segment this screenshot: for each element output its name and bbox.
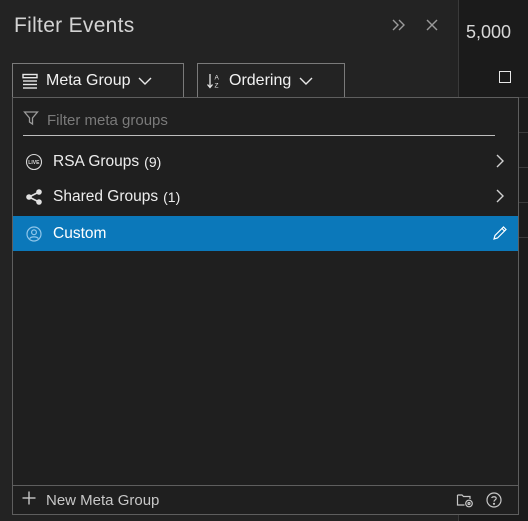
chevron-right-icon <box>492 153 508 174</box>
filter-events-panel: Filter Events Meta Group A Z Ordering Fi… <box>0 0 519 521</box>
svg-text:A: A <box>215 74 220 81</box>
item-count: (1) <box>163 188 181 205</box>
filter-icon <box>23 110 47 131</box>
ordering-button[interactable]: A Z Ordering <box>197 63 345 98</box>
select-all-checkbox[interactable] <box>499 71 511 83</box>
list-item-custom[interactable]: Custom <box>13 216 518 251</box>
filter-meta-groups-input[interactable] <box>47 112 477 129</box>
item-name: Custom <box>53 224 107 242</box>
double-chevron-right-icon[interactable] <box>388 14 410 36</box>
meta-group-label: Meta Group <box>46 71 131 89</box>
user-icon <box>25 225 43 243</box>
event-count: 5,000 <box>466 22 512 42</box>
close-icon[interactable] <box>421 14 443 36</box>
ordering-label: Ordering <box>229 71 292 89</box>
folder-settings-icon[interactable] <box>456 491 474 514</box>
list-item-shared-groups[interactable]: Shared Groups (1) <box>13 179 518 214</box>
sort-az-icon: A Z <box>206 72 222 90</box>
chevron-down-icon <box>298 73 314 89</box>
new-meta-group-label: New Meta Group <box>46 491 160 509</box>
list-item-rsa-groups[interactable]: LIVE RSA Groups (9) <box>13 144 518 179</box>
meta-group-button[interactable]: Meta Group <box>12 63 184 98</box>
meta-group-dropdown: LIVE RSA Groups (9) <box>12 97 519 515</box>
item-name: RSA Groups <box>53 152 140 170</box>
svg-text:Z: Z <box>215 82 219 89</box>
svg-text:LIVE: LIVE <box>28 160 40 166</box>
list-icon <box>21 72 39 90</box>
new-meta-group-button[interactable]: New Meta Group <box>21 490 159 511</box>
pencil-icon[interactable] <box>492 225 508 246</box>
filter-events-window: 5,000 Filter Events Meta Group A Z Order… <box>0 0 528 521</box>
item-name: Shared Groups <box>53 187 159 205</box>
panel-title: Filter Events <box>14 14 135 37</box>
dropdown-footer: New Meta Group <box>13 485 518 514</box>
live-icon: LIVE <box>25 153 43 171</box>
item-count: (9) <box>144 153 162 170</box>
help-icon[interactable] <box>485 491 503 514</box>
filter-meta-groups-row <box>23 106 495 136</box>
plus-icon <box>21 490 37 511</box>
chevron-right-icon <box>492 188 508 209</box>
chevron-down-icon <box>137 73 153 89</box>
share-icon <box>25 188 43 206</box>
